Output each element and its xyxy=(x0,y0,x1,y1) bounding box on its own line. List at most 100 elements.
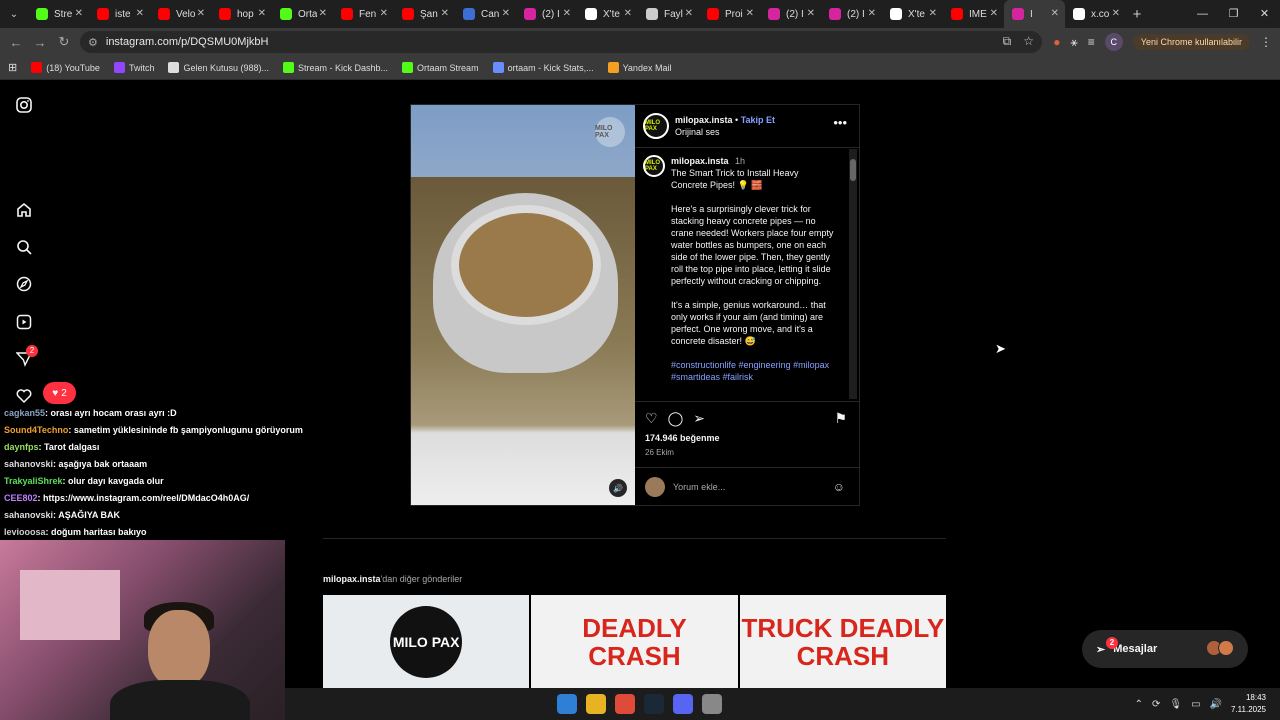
bookmark-item[interactable]: Twitch xyxy=(113,62,154,73)
tab-close-icon[interactable]: ✕ xyxy=(1112,8,1120,19)
display-icon[interactable]: ▭ xyxy=(1191,699,1200,710)
browser-tab[interactable]: X'te ✕ xyxy=(577,0,638,28)
menu-icon[interactable]: ⋮ xyxy=(1260,35,1272,49)
bookmark-item[interactable]: Gelen Kutusu (988)... xyxy=(168,62,269,73)
media-controls-icon[interactable]: ≡ xyxy=(1088,35,1095,49)
comment-input[interactable]: Yorum ekle... xyxy=(673,482,833,492)
save-bookmark-icon[interactable]: ⚑ xyxy=(834,410,847,427)
minimize-button[interactable]: — xyxy=(1187,0,1218,28)
sync-icon[interactable]: ⟳ xyxy=(1152,699,1160,710)
explore-icon[interactable] xyxy=(14,274,34,294)
tab-close-icon[interactable]: ✕ xyxy=(807,8,815,19)
browser-tab[interactable]: Fayl ✕ xyxy=(638,0,699,28)
tab-close-icon[interactable]: ✕ xyxy=(258,8,266,19)
home-icon[interactable] xyxy=(14,200,34,220)
system-clock[interactable]: 18:43 7.11.2025 xyxy=(1231,692,1266,716)
browser-tab[interactable]: Fen ✕ xyxy=(333,0,394,28)
tab-close-icon[interactable]: ✕ xyxy=(380,8,388,19)
browser-tab[interactable]: (2) I ✕ xyxy=(516,0,577,28)
emoji-picker-icon[interactable]: ☺ xyxy=(833,480,845,494)
browser-tab[interactable]: iste ✕ xyxy=(89,0,150,28)
browser-tab[interactable]: hop ✕ xyxy=(211,0,272,28)
taskbar-app-icon[interactable] xyxy=(673,694,693,714)
taskbar-app-icon[interactable] xyxy=(702,694,722,714)
caption-scrollbar[interactable] xyxy=(849,149,857,399)
apps-grid-icon[interactable]: ⊞ xyxy=(8,61,17,74)
browser-tab[interactable]: Şan ✕ xyxy=(394,0,455,28)
tab-close-icon[interactable]: ✕ xyxy=(75,8,83,19)
forward-button[interactable]: → xyxy=(28,35,52,50)
restore-button[interactable]: ❐ xyxy=(1218,0,1249,28)
tab-close-icon[interactable]: ✕ xyxy=(441,8,449,19)
tab-close-icon[interactable]: ✕ xyxy=(197,8,205,19)
browser-tab[interactable]: Can ✕ xyxy=(455,0,516,28)
tab-close-icon[interactable]: ✕ xyxy=(929,8,937,19)
caption-hashtags[interactable]: #constructionlife #engineering #milopax … xyxy=(671,359,837,383)
bookmark-item[interactable]: ortaam - Kick Stats,... xyxy=(492,62,594,73)
site-info-icon[interactable]: ⚙ xyxy=(88,36,98,49)
tray-chevron-icon[interactable]: ⌃ xyxy=(1135,699,1143,710)
tab-close-icon[interactable]: ✕ xyxy=(563,8,571,19)
messages-button[interactable]: ➢ 2 Mesajlar xyxy=(1082,630,1248,668)
tab-close-icon[interactable]: ✕ xyxy=(502,8,510,19)
taskbar-app-icon[interactable] xyxy=(586,694,606,714)
comment-icon[interactable]: ◯ xyxy=(668,410,684,427)
instagram-logo-icon[interactable] xyxy=(14,95,34,115)
audio-label[interactable]: Orijinal ses xyxy=(675,126,775,138)
notifications-icon[interactable] xyxy=(14,386,34,406)
close-window-button[interactable]: ✕ xyxy=(1249,0,1280,28)
caption-username[interactable]: milopax.insta xyxy=(671,156,729,166)
messages-icon[interactable]: 2 xyxy=(14,345,38,369)
browser-tab[interactable]: IME ✕ xyxy=(943,0,1004,28)
post-video[interactable]: MILO PAX 🔊 xyxy=(411,105,635,505)
taskbar-app-icon[interactable] xyxy=(557,694,577,714)
tab-search-dropdown[interactable]: ⌄ xyxy=(0,0,28,28)
reload-button[interactable]: ↻ xyxy=(52,34,76,50)
tab-close-icon[interactable]: ✕ xyxy=(136,8,144,19)
browser-tab[interactable]: Orta ✕ xyxy=(272,0,333,28)
like-heart-icon[interactable]: ♡ xyxy=(645,410,658,427)
tab-close-icon[interactable]: ✕ xyxy=(319,8,327,19)
browser-tab[interactable]: (2) I ✕ xyxy=(760,0,821,28)
follow-button[interactable]: Takip Et xyxy=(741,115,775,125)
browser-tab[interactable]: X'te ✕ xyxy=(882,0,943,28)
grid-post[interactable]: DEADLY CRASH xyxy=(531,595,738,688)
caption-avatar[interactable]: MILO PAX xyxy=(643,155,665,177)
profile-avatar[interactable]: C xyxy=(1104,33,1123,51)
tab-close-icon[interactable]: ✕ xyxy=(685,8,693,19)
browser-tab[interactable]: Velo ✕ xyxy=(150,0,211,28)
tab-close-icon[interactable]: ✕ xyxy=(868,8,876,19)
extension-icon[interactable]: ● xyxy=(1053,35,1060,49)
more-posts-username[interactable]: milopax.insta xyxy=(323,574,381,584)
grid-post[interactable]: MILO PAX xyxy=(323,595,530,688)
search-icon[interactable] xyxy=(14,237,34,257)
browser-tab[interactable]: x.co ✕ xyxy=(1065,0,1126,28)
tab-close-icon[interactable]: ✕ xyxy=(746,8,754,19)
extensions-puzzle-icon[interactable]: ⚹ xyxy=(1071,35,1078,50)
bookmark-item[interactable]: Stream - Kick Dashb... xyxy=(283,62,388,73)
bookmark-item[interactable]: (18) YouTube xyxy=(31,62,100,73)
bookmark-star-icon[interactable]: ☆ xyxy=(1023,34,1034,49)
author-avatar[interactable]: MILO PAX xyxy=(643,113,669,139)
volume-icon[interactable]: 🔊 xyxy=(1210,699,1222,710)
browser-tab[interactable]: Stre ✕ xyxy=(28,0,89,28)
tab-close-icon[interactable]: ✕ xyxy=(990,8,998,19)
likes-notification-pill[interactable]: ♥ 2 xyxy=(43,382,76,404)
address-bar[interactable]: ⚙ instagram.com/p/DQSMU0MjkbH ⧉ ☆ xyxy=(80,31,1042,53)
new-tab-button[interactable]: + xyxy=(1126,6,1148,23)
grid-post[interactable]: TRUCK DEADLY CRASH xyxy=(739,595,946,688)
microphone-icon[interactable]: 🎙 xyxy=(1169,699,1182,710)
update-chrome-button[interactable]: Yeni Chrome kullanılabilir xyxy=(1132,34,1250,50)
like-count[interactable]: 174.946 beğenme xyxy=(645,433,849,443)
browser-tab[interactable]: I ✕ xyxy=(1004,0,1065,28)
reels-icon[interactable] xyxy=(14,312,34,332)
back-button[interactable]: ← xyxy=(4,35,28,50)
install-app-icon[interactable]: ⧉ xyxy=(1003,34,1012,49)
more-options-icon[interactable]: ••• xyxy=(833,115,847,130)
scrollbar-thumb[interactable] xyxy=(850,159,856,181)
taskbar-app-icon[interactable] xyxy=(615,694,635,714)
author-username[interactable]: milopax.insta xyxy=(675,115,733,125)
bookmark-item[interactable]: Yandex Mail xyxy=(607,62,671,73)
taskbar-app-icon[interactable] xyxy=(644,694,664,714)
tab-close-icon[interactable]: ✕ xyxy=(1051,8,1059,19)
